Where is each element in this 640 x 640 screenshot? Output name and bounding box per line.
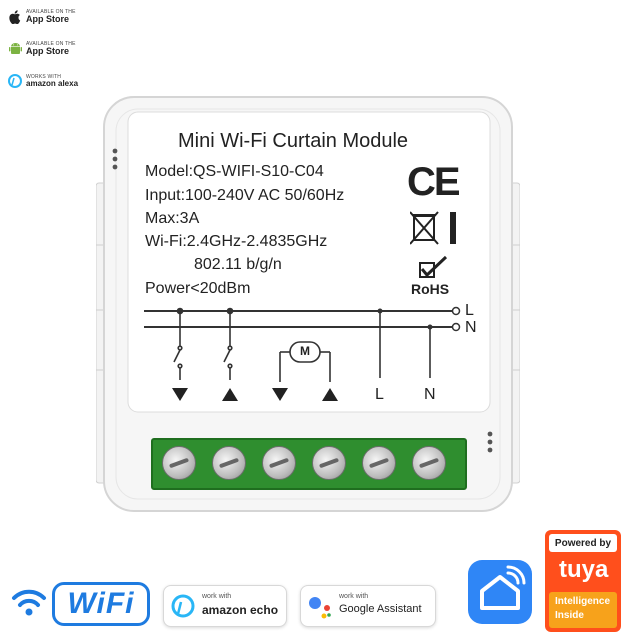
weee-bin-icon [410, 211, 456, 245]
check-icon [419, 255, 448, 278]
terminal-screw [362, 446, 396, 480]
tuya-brand-text: tuya [559, 556, 609, 583]
terminal-screw [262, 446, 296, 480]
google-assistant-icon [309, 597, 331, 619]
terminal-screw [212, 446, 246, 480]
apple-icon [8, 10, 22, 24]
android-icon [8, 42, 22, 56]
wifi-logo-text: WiFi [67, 587, 135, 620]
google-assistant-logo: work with Google Assistant [300, 585, 436, 627]
tuya-powered-text: Powered by [554, 537, 612, 549]
rohs-mark: RoHS [411, 281, 450, 297]
app-store-badge: AVAILABLE ON THE App Store [8, 10, 76, 24]
terminal-screw [312, 446, 346, 480]
tuya-logo: Powered by tuya Intelligence Inside [545, 530, 621, 632]
module-title: Mini Wi-Fi Curtain Module [178, 130, 409, 152]
spec-standard: 802.11 b/g/n [194, 256, 282, 273]
smart-home-app-icon [468, 560, 532, 624]
motor-label: M [300, 344, 310, 358]
line-l-label: L [465, 302, 474, 319]
amazon-echo-logo: work with amazon echo [163, 585, 287, 627]
badge-big-text: App Store [26, 46, 70, 56]
spec-max: Max:3A [145, 210, 200, 227]
wifi-signal-icon [12, 589, 46, 616]
alexa-icon [8, 74, 22, 88]
echo-big-text: amazon echo [202, 603, 279, 617]
terminal-l-label: L [375, 386, 384, 403]
spec-power: Power<20dBm [145, 280, 251, 297]
app-store-badge-android: AVAILABLE ON THE App Store [8, 42, 76, 56]
badge-big-text: App Store [26, 14, 70, 24]
alexa-ring-icon [171, 594, 195, 618]
alexa-badge: WORKS WITH amazon alexa [8, 74, 78, 88]
spec-model: Model:QS-WIFI-S10-C04 [145, 163, 324, 180]
line-n-label: N [465, 319, 477, 336]
terminal-screw [162, 446, 196, 480]
spec-wifi: Wi-Fi:2.4GHz-2.4835GHz [145, 233, 328, 250]
tuya-sub1-text: Intelligence [555, 596, 611, 607]
tuya-sub2-text: Inside [555, 610, 584, 621]
home-icon [480, 565, 526, 610]
terminal-screw [412, 446, 446, 480]
terminal-n-label: N [424, 386, 436, 403]
ce-mark: CE [407, 160, 461, 204]
google-big-text: Google Assistant [339, 603, 422, 615]
badge-big-text: amazon alexa [26, 78, 79, 88]
echo-small-text: work with [202, 593, 232, 600]
google-small-text: work with [339, 593, 369, 600]
wifi-logo: WiFi [52, 582, 150, 626]
spec-input: Input:100-240V AC 50/60Hz [145, 187, 345, 204]
